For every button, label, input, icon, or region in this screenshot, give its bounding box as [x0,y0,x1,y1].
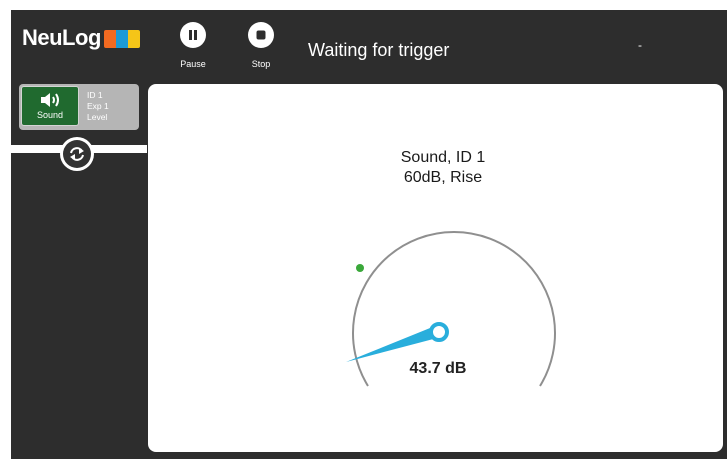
meter-title-sensor: Sound, ID 1 [400,149,486,166]
sensor-tile-sound[interactable]: Sound ID 1 Exp 1 Level [19,84,139,130]
stop-icon [248,22,274,48]
sensor-name: Sound [36,110,64,120]
app-root: NeuLog Pause Stop Waiting for trigger - … [0,0,727,459]
stop-label: Stop [251,59,271,69]
meter-reading: 43.7 dB [409,360,467,377]
swap-button[interactable] [60,137,94,171]
meter-title-trigger: 60dB, Rise [403,169,483,186]
sensor-mode: Level [87,112,108,122]
trigger-marker [356,264,364,272]
swap-icon [63,140,91,168]
logo-text: NeuLog [22,25,101,50]
sensor-info: ID 1 Exp 1 Level [87,90,109,123]
pause-label: Pause [180,59,206,69]
meter-panel: Sound, ID 1 60dB, Rise 43.7 dB [148,84,723,452]
status-text: Waiting for trigger [308,40,450,60]
meter-title: Sound, ID 1 60dB, Rise [148,148,727,188]
gauge-needle [346,326,441,362]
sensor-icon-box: Sound [21,86,79,126]
sensor-exp: Exp 1 [87,101,109,111]
pause-icon [180,22,206,48]
stop-button[interactable]: Stop [236,22,286,69]
pause-button[interactable]: Pause [168,22,218,69]
logo-mark-icon [103,29,140,48]
needle-hub [429,322,449,342]
sensor-id: ID 1 [87,90,103,100]
neulog-logo: NeuLog [22,24,140,52]
status-extra: - [638,38,642,52]
speaker-icon [41,93,59,107]
